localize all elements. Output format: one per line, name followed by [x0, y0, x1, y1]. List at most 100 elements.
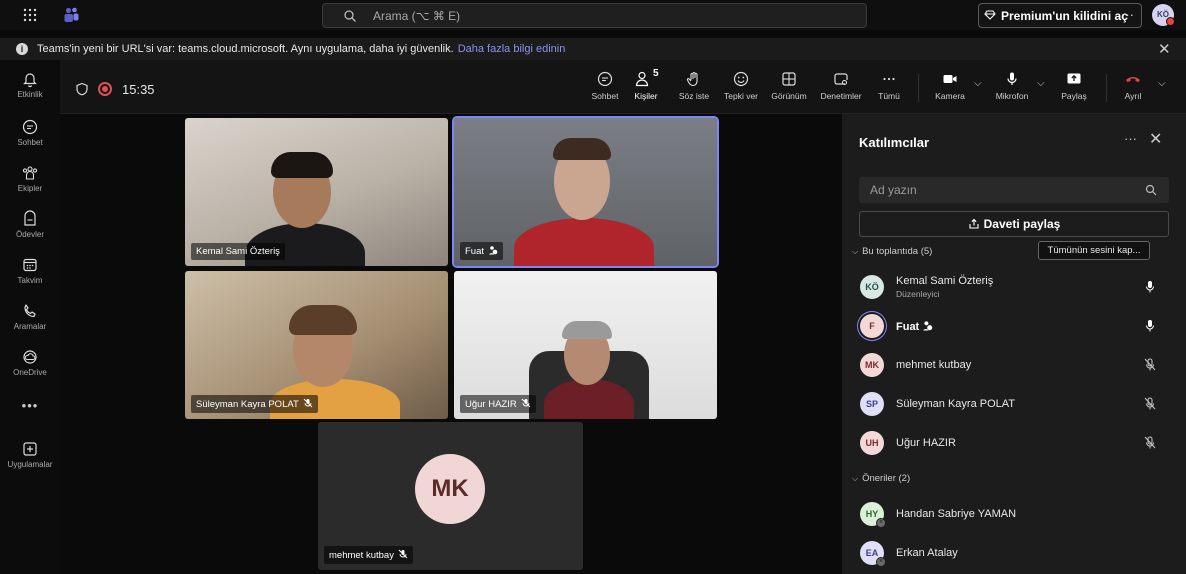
participant-name: Fuat — [896, 320, 933, 333]
suggested-row[interactable]: HY × Handan Sabriye YAMAN — [842, 496, 1186, 532]
chat-button[interactable]: Sohbet — [588, 70, 622, 101]
mute-all-button[interactable]: Tümünün sesini kap... — [1038, 241, 1150, 260]
camera-button[interactable]: Kamera — [932, 70, 968, 101]
more-button[interactable]: Tümü — [874, 70, 904, 101]
camera-options-chevron-icon[interactable]: ⌵ — [974, 78, 982, 89]
premium-label: Premium'un kilidini aç — [1001, 9, 1128, 23]
raise-hand-button[interactable]: Söz iste — [676, 70, 712, 101]
react-button[interactable]: Tepki ver — [720, 70, 762, 101]
avatar: SP — [860, 392, 884, 416]
search-box[interactable]: Arama (⌥ ⌘ E) — [322, 3, 867, 28]
participant-name-tag: Uğur HAZIR — [460, 395, 536, 413]
mic-button[interactable]: Mikrofon — [990, 70, 1034, 101]
section-in-meeting[interactable]: ⌵ Bu toplantıda (5) — [852, 246, 932, 257]
search-placeholder: Arama (⌥ ⌘ E) — [373, 9, 461, 23]
premium-button[interactable]: Premium'un kilidini aç ··· — [978, 3, 1142, 28]
more-apps-icon[interactable]: ••• — [0, 398, 60, 413]
react-label: Tepki ver — [723, 91, 758, 101]
close-icon[interactable]: ✕ — [1149, 129, 1162, 149]
more-icon[interactable]: ··· — [1121, 7, 1134, 22]
not-in-meeting-badge-icon: × — [876, 557, 886, 567]
video-tile[interactable]: Süleyman Kayra POLAT — [185, 271, 448, 419]
rail-item-onedrive[interactable]: OneDrive — [0, 348, 60, 377]
video-tile[interactable]: MK mehmet kutbay — [318, 422, 583, 570]
share-icon — [969, 218, 979, 229]
bell-icon — [23, 73, 37, 88]
rail-item-teams[interactable]: Ekipler — [0, 164, 60, 193]
info-banner: i Teams'in yeni bir URL'si var: teams.cl… — [0, 38, 1186, 60]
participant-role: Düzenleyici — [896, 289, 940, 299]
mic-off-icon[interactable] — [1144, 397, 1156, 411]
participant-row[interactable]: KÖ Kemal Sami Özteriş Düzenleyici — [842, 269, 1186, 305]
controls-icon — [834, 73, 848, 86]
participant-name: Erkan Atalay — [896, 547, 958, 559]
chevron-down-icon: ⌵ — [852, 474, 859, 483]
controls-button[interactable]: Denetimler — [816, 70, 866, 101]
mic-off-icon — [303, 398, 313, 408]
rail-item-activity[interactable]: Etkinlik — [0, 70, 60, 99]
share-invite-label: Daveti paylaş — [983, 217, 1061, 231]
suggested-row[interactable]: EA × Erkan Atalay — [842, 535, 1186, 571]
mic-off-icon[interactable] — [1144, 436, 1156, 450]
mic-options-chevron-icon[interactable]: ⌵ — [1037, 78, 1045, 89]
microphone-icon[interactable] — [1144, 319, 1156, 333]
meeting-timer: 15:35 — [122, 82, 155, 97]
share-button[interactable]: Paylaş — [1056, 70, 1092, 101]
video-stage: Kemal Sami Özteriş Fuat Süleyman Kayra P… — [60, 114, 842, 574]
not-in-meeting-badge-icon: × — [876, 518, 886, 528]
share-invite-button[interactable]: Daveti paylaş — [859, 211, 1169, 237]
participant-row[interactable]: SP Süleyman Kayra POLAT — [842, 386, 1186, 422]
rail-item-calls[interactable]: Aramalar — [0, 302, 60, 331]
leave-options-chevron-icon[interactable]: ⌵ — [1158, 78, 1166, 89]
rail-item-assignments[interactable]: Ödevler — [0, 210, 60, 239]
rail-item-calendar[interactable]: Takvim — [0, 256, 60, 285]
participant-name-text: Fuat — [896, 321, 920, 333]
rail-item-apps[interactable]: Uygulamalar — [0, 440, 60, 469]
participant-name: Uğur HAZIR — [465, 399, 517, 410]
section-label: Bu toplantıda (5) — [862, 246, 933, 257]
participant-name: Handan Sabriye YAMAN — [896, 508, 1017, 520]
participant-row[interactable]: F Fuat — [842, 308, 1186, 344]
people-label: Kişiler — [634, 91, 658, 101]
share-screen-icon — [1067, 73, 1081, 84]
participant-video — [514, 218, 654, 266]
hand-icon — [686, 71, 698, 87]
banner-learn-more-link[interactable]: Daha fazla bilgi edinin — [458, 43, 566, 55]
participant-search-input[interactable] — [859, 177, 1169, 203]
assignments-icon — [24, 210, 36, 226]
mic-label: Mikrofon — [995, 91, 1029, 101]
video-tile[interactable]: Kemal Sami Özteriş — [185, 118, 448, 266]
rail-label: Sohbet — [17, 138, 43, 147]
close-icon[interactable]: ✕ — [1158, 40, 1171, 58]
diamond-icon — [984, 10, 996, 20]
rail-label: Aramalar — [13, 322, 47, 331]
chat-label: Sohbet — [591, 91, 619, 101]
camera-label: Kamera — [935, 91, 965, 101]
app-rail: Etkinlik Sohbet Ekipler Ödevler Takvim A… — [0, 60, 60, 574]
rail-label: Ekipler — [17, 184, 43, 193]
mic-off-icon[interactable] — [1144, 358, 1156, 372]
video-tile[interactable]: Uğur HAZIR — [454, 271, 717, 419]
app-launcher-icon[interactable] — [22, 7, 38, 23]
participant-row[interactable]: MK mehmet kutbay — [842, 347, 1186, 383]
participant-name-tag: Süleyman Kayra POLAT — [191, 395, 318, 413]
avatar: F — [860, 314, 884, 338]
phone-icon — [24, 304, 36, 318]
participant-row[interactable]: UH Uğur HAZIR — [842, 425, 1186, 461]
participant-name: Süleyman Kayra POLAT — [196, 399, 299, 410]
participant-name: Süleyman Kayra POLAT — [896, 398, 1016, 410]
participant-name-tag: Kemal Sami Özteriş — [191, 243, 285, 260]
mic-off-icon — [398, 549, 408, 559]
section-suggestions[interactable]: ⌵ Öneriler (2) — [852, 473, 910, 484]
banner-text: Teams'in yeni bir URL'si var: teams.clou… — [37, 43, 454, 55]
microphone-icon[interactable] — [1144, 280, 1156, 294]
chevron-down-icon: ⌵ — [852, 247, 859, 256]
participant-name: mehmet kutbay — [896, 359, 972, 371]
more-icon[interactable]: ··· — [1124, 131, 1137, 146]
people-button[interactable]: 5 Kişiler — [628, 68, 664, 118]
view-button[interactable]: Görünüm — [768, 70, 810, 101]
rail-item-chat[interactable]: Sohbet — [0, 118, 60, 147]
participant-name: Kemal Sami Özteriş — [896, 275, 994, 287]
video-tile[interactable]: Fuat — [454, 118, 717, 266]
leave-button[interactable]: Ayrıl — [1118, 70, 1148, 101]
